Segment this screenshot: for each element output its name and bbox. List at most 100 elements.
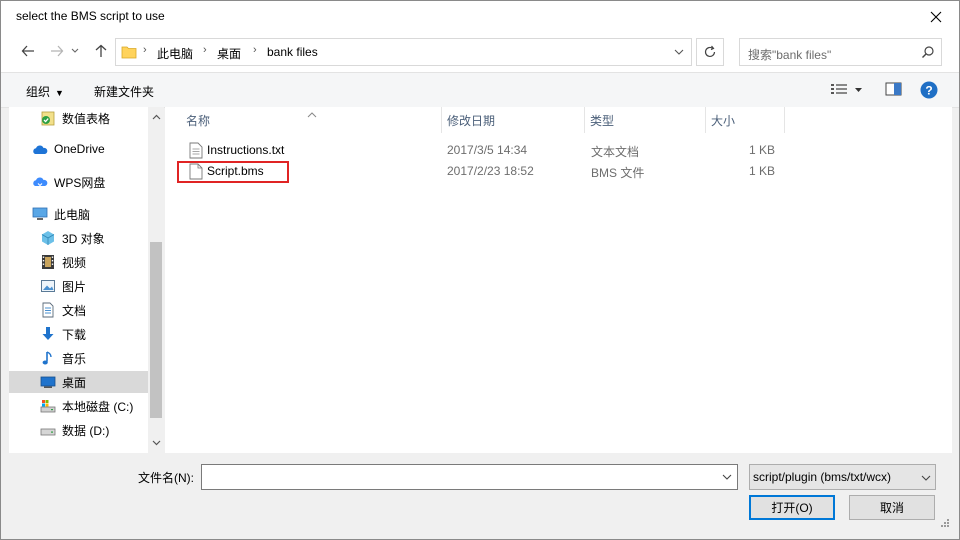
up-button[interactable] — [90, 40, 112, 62]
open-button[interactable]: 打开(O) — [749, 495, 835, 520]
chevron-right-icon: › — [203, 44, 207, 56]
arrow-up-icon — [95, 44, 107, 57]
music-note-icon — [42, 351, 52, 365]
sidebar-item-label: 此电脑 — [54, 208, 91, 222]
column-divider[interactable] — [441, 107, 442, 133]
arrow-right-icon — [51, 45, 64, 57]
cube-3d-icon — [41, 231, 55, 245]
file-date: 2017/3/5 14:34 — [447, 143, 528, 157]
sidebar-item-label: OneDrive — [54, 142, 105, 156]
caret-down-icon: ▼ — [55, 88, 64, 98]
organize-menu[interactable]: 组织 ▼ — [26, 83, 64, 100]
filename-label: 文件名(N): — [138, 471, 194, 485]
chevron-down-icon — [152, 440, 160, 446]
preview-pane-button[interactable] — [885, 82, 902, 99]
scroll-down-button[interactable] — [148, 435, 164, 451]
breadcrumb-desktop[interactable]: 桌面 — [217, 45, 241, 62]
sidebar-item-downloads[interactable]: 下载 — [9, 323, 148, 345]
sidebar-item-label: 音乐 — [62, 352, 87, 366]
text-file-icon — [189, 142, 203, 159]
sort-ascending-icon — [307, 107, 317, 121]
scroll-up-button[interactable] — [148, 109, 164, 125]
help-button[interactable]: ? — [920, 81, 938, 102]
sidebar-item-wps-drive[interactable]: WPS网盘 — [9, 171, 148, 193]
file-date: 2017/2/23 18:52 — [447, 164, 534, 178]
scroll-thumb[interactable] — [150, 242, 162, 418]
view-options-button[interactable] — [830, 82, 848, 99]
dialog-title: select the BMS script to use — [16, 9, 165, 23]
filename-combo[interactable] — [201, 464, 738, 490]
column-header-name[interactable]: 名称 — [186, 112, 210, 129]
chevron-down-icon — [921, 470, 931, 484]
navigation-pane: 数值表格 OneDrive WPS网盘 此电脑 3D 对象 视频 图片 文档 下… — [9, 107, 164, 453]
file-type-selected: script/plugin (bms/txt/wcx) — [753, 470, 892, 484]
sidebar-item-label: 下载 — [62, 328, 87, 342]
file-row[interactable]: Instructions.txt 2017/3/5 14:34 文本文档 1 K… — [179, 140, 799, 161]
sidebar-item-local-disk-c[interactable]: 本地磁盘 (C:) — [9, 395, 148, 417]
file-open-dialog: select the BMS script to use › 此电脑 › 桌面 … — [0, 0, 960, 540]
command-toolbar: 组织 ▼ 新建文件夹 ? — [1, 72, 959, 108]
drive-icon — [40, 428, 56, 436]
file-name: Instructions.txt — [207, 143, 285, 157]
sidebar-item-3d-objects[interactable]: 3D 对象 — [9, 227, 148, 249]
sidebar-item-data-d[interactable]: 数据 (D:) — [9, 419, 148, 441]
chevron-right-icon: › — [253, 44, 257, 56]
chevron-down-icon — [71, 48, 79, 53]
chevron-down-icon — [674, 49, 684, 55]
sidebar-item-label: 图片 — [62, 280, 87, 294]
sidebar-item-desktop[interactable]: 桌面 — [9, 371, 148, 393]
download-arrow-icon — [42, 327, 54, 340]
breadcrumb-bank-files[interactable]: bank files — [267, 45, 318, 59]
onedrive-cloud-icon — [33, 145, 48, 154]
search-box[interactable]: 搜索"bank files" — [739, 38, 942, 66]
navigation-bar: › 此电脑 › 桌面 › bank files 搜索"bank files" — [1, 32, 959, 72]
sidebar-item-label: 视频 — [62, 256, 87, 270]
computer-icon — [32, 207, 48, 220]
recent-locations-button[interactable] — [68, 40, 82, 62]
cancel-button[interactable]: 取消 — [849, 495, 935, 520]
title-bar: select the BMS script to use — [1, 1, 959, 32]
back-button[interactable] — [17, 40, 39, 62]
sidebar-item-label: 3D 对象 — [62, 232, 105, 246]
spreadsheet-check-icon — [41, 111, 55, 126]
column-header-type[interactable]: 类型 — [590, 112, 614, 129]
sidebar-item-this-pc[interactable]: 此电脑 — [9, 203, 148, 225]
desktop-icon — [40, 376, 56, 388]
chevron-up-icon — [152, 114, 160, 120]
sidebar-item-documents[interactable]: 文档 — [9, 299, 148, 321]
sidebar-item-label: 本地磁盘 (C:) — [62, 400, 134, 414]
breadcrumb-this-pc[interactable]: 此电脑 — [157, 45, 193, 62]
column-header-size[interactable]: 大小 — [711, 112, 735, 129]
address-bar[interactable]: › 此电脑 › 桌面 › bank files — [115, 38, 692, 66]
refresh-button[interactable] — [696, 38, 724, 66]
column-header-date[interactable]: 修改日期 — [447, 112, 495, 129]
file-type-select[interactable]: script/plugin (bms/txt/wcx) — [749, 464, 936, 490]
file-type: BMS 文件 — [591, 166, 645, 180]
column-divider[interactable] — [705, 107, 706, 133]
filename-history-button[interactable] — [719, 469, 735, 485]
forward-button[interactable] — [46, 40, 68, 62]
file-type: 文本文档 — [591, 145, 640, 159]
close-button[interactable] — [913, 1, 959, 32]
column-divider[interactable] — [584, 107, 585, 133]
view-menu-button[interactable] — [854, 83, 863, 97]
highlight-box — [177, 161, 289, 183]
chevron-down-icon — [722, 474, 732, 480]
column-divider[interactable] — [784, 107, 785, 133]
organize-label: 组织 — [26, 85, 51, 99]
sidebar-item-label: 文档 — [62, 304, 87, 318]
file-size: 1 KB — [749, 143, 776, 157]
dialog-footer: 文件名(N): script/plugin (bms/txt/wcx) 打开(O… — [9, 453, 952, 533]
sidebar-item-pictures[interactable]: 图片 — [9, 275, 148, 297]
new-folder-button[interactable]: 新建文件夹 — [94, 83, 154, 100]
sidebar-item-spreadsheet[interactable]: 数值表格 — [9, 107, 148, 129]
resize-grip-icon[interactable] — [940, 517, 950, 531]
address-history-dropdown[interactable] — [667, 39, 691, 65]
system-drive-icon — [40, 400, 56, 413]
arrow-left-icon — [21, 45, 34, 57]
sidebar-scrollbar[interactable] — [148, 107, 164, 453]
sidebar-item-music[interactable]: 音乐 — [9, 347, 148, 369]
sidebar-item-videos[interactable]: 视频 — [9, 251, 148, 273]
close-icon — [930, 11, 942, 22]
sidebar-item-onedrive[interactable]: OneDrive — [9, 139, 148, 161]
